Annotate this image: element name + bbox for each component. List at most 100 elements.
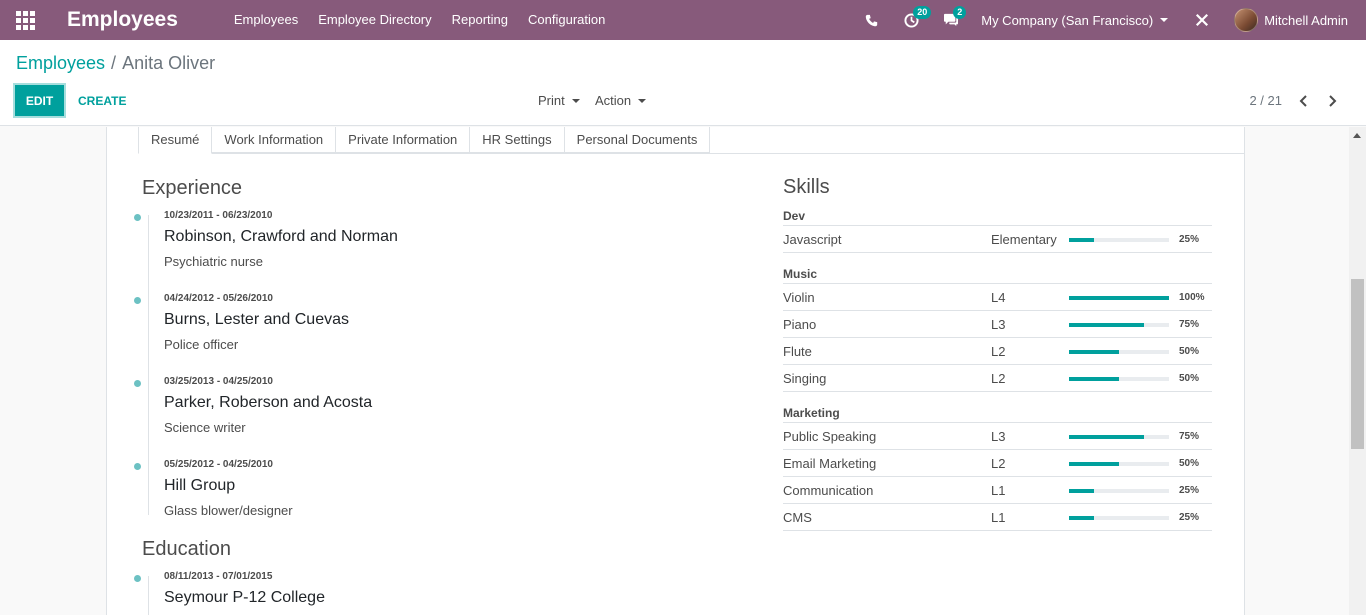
breadcrumb: Employees / Anita Oliver xyxy=(16,53,215,74)
company-name: My Company (San Francisco) xyxy=(981,12,1154,28)
skill-name: Singing xyxy=(783,371,827,386)
messages-badge: 2 xyxy=(953,6,967,19)
entry-date: 08/11/2013 - 07/01/2015 xyxy=(164,571,273,582)
skill-level: L2 xyxy=(991,456,1006,471)
phone-icon[interactable] xyxy=(851,0,891,40)
entry-description: Psychiatric nurse xyxy=(164,254,263,269)
menu-employees[interactable]: Employees xyxy=(224,0,308,40)
skill-row[interactable]: Piano L3 75% xyxy=(783,311,1212,338)
tab-resume[interactable]: Resumé xyxy=(138,127,213,154)
pager: 2 / 21 xyxy=(1249,85,1346,116)
skill-percent: 75% xyxy=(1179,431,1200,442)
skill-level: L4 xyxy=(991,290,1006,305)
skill-row[interactable]: Javascript Elementary 25% xyxy=(783,226,1212,253)
skill-row[interactable]: Email Marketing L2 50% xyxy=(783,450,1212,477)
caret-down-icon xyxy=(638,98,647,103)
timeline-dot xyxy=(134,297,141,304)
skill-progress-bar xyxy=(1069,435,1169,439)
create-button[interactable]: CREATE xyxy=(78,85,126,116)
skill-progress-fill xyxy=(1069,435,1144,439)
tab-hr-settings[interactable]: HR Settings xyxy=(469,127,565,153)
entry-description: Glass blower/designer xyxy=(164,503,293,518)
resume-entry[interactable]: 05/25/2012 - 04/25/2010 Hill Group Glass… xyxy=(134,459,642,518)
skill-progress-bar xyxy=(1069,350,1169,354)
skill-level: L2 xyxy=(991,371,1006,386)
timeline-dot xyxy=(134,463,141,470)
action-label: Action xyxy=(595,93,632,108)
skill-percent: 50% xyxy=(1179,458,1200,469)
skill-row[interactable]: Singing L2 50% xyxy=(783,365,1212,392)
skill-name: Flute xyxy=(783,344,812,359)
edit-button[interactable]: EDIT xyxy=(15,85,64,116)
skill-percent: 25% xyxy=(1179,512,1200,523)
experience-title: Experience xyxy=(142,177,243,199)
skill-progress-bar xyxy=(1069,462,1169,466)
tab-private-information[interactable]: Private Information xyxy=(335,127,471,153)
resume-entry[interactable]: 04/24/2012 - 05/26/2010 Burns, Lester an… xyxy=(134,293,642,352)
print-dropdown[interactable]: Print xyxy=(538,85,580,116)
entry-date: 10/23/2011 - 06/23/2010 xyxy=(164,210,273,221)
skill-progress-bar xyxy=(1069,489,1169,493)
scroll-up-arrow-icon[interactable] xyxy=(1353,133,1361,138)
skill-progress-fill xyxy=(1069,238,1094,242)
timeline-dot xyxy=(134,380,141,387)
resume-entry[interactable]: 08/11/2013 - 07/01/2015 Seymour P-12 Col… xyxy=(134,571,642,607)
skill-row[interactable]: Communication L1 25% xyxy=(783,477,1212,504)
skill-name: Violin xyxy=(783,290,815,305)
skill-name: Piano xyxy=(783,317,817,332)
skill-level: L1 xyxy=(991,483,1006,498)
tab-personal-documents[interactable]: Personal Documents xyxy=(563,127,711,153)
skill-progress-bar xyxy=(1069,323,1169,327)
menu-configuration[interactable]: Configuration xyxy=(518,0,615,40)
breadcrumb-employees[interactable]: Employees xyxy=(16,53,105,73)
skill-group-header: Music xyxy=(783,265,1212,284)
skill-group-header: Marketing xyxy=(783,404,1212,423)
skill-row[interactable]: Flute L2 50% xyxy=(783,338,1212,365)
skill-progress-fill xyxy=(1069,489,1094,493)
notebook-tabs: Resumé Work Information Private Informat… xyxy=(138,127,1244,154)
debug-tools-icon[interactable] xyxy=(1182,0,1222,40)
control-panel: Employees / Anita Oliver EDIT CREATE Print… xyxy=(0,40,1366,126)
entry-name: Hill Group xyxy=(164,477,236,494)
skill-row[interactable]: Violin L4 100% xyxy=(783,284,1212,311)
company-switcher[interactable]: My Company (San Francisco) xyxy=(971,13,1182,28)
scrollbar-thumb[interactable] xyxy=(1351,279,1364,449)
print-label: Print xyxy=(538,93,565,108)
chevron-right-icon[interactable] xyxy=(1318,85,1346,116)
skill-group-header: Dev xyxy=(783,207,1212,226)
skill-row[interactable]: Public Speaking L3 75% xyxy=(783,423,1212,450)
skill-progress-fill xyxy=(1069,350,1119,354)
skill-row[interactable]: CMS L1 25% xyxy=(783,504,1212,531)
activity-badge: 20 xyxy=(913,6,932,19)
menu-employee-directory[interactable]: Employee Directory xyxy=(308,0,441,40)
entry-date: 03/25/2013 - 04/25/2010 xyxy=(164,376,273,387)
messages-icon[interactable]: 2 xyxy=(931,0,971,40)
top-navbar: Employees Employees Employee Directory R… xyxy=(0,0,1366,40)
tab-work-information[interactable]: Work Information xyxy=(211,127,337,153)
skill-progress-bar xyxy=(1069,238,1169,242)
entry-description: Science writer xyxy=(164,420,246,435)
pager-value[interactable]: 2 / 21 xyxy=(1249,93,1282,108)
skill-name: CMS xyxy=(783,510,812,525)
apps-menu-icon[interactable] xyxy=(0,0,50,40)
skill-percent: 50% xyxy=(1179,373,1200,384)
skills-panel: Skills Dev Javascript Elementary 25% Mus… xyxy=(783,176,1212,531)
app-title[interactable]: Employees xyxy=(67,8,178,32)
resume-entry[interactable]: 10/23/2011 - 06/23/2010 Robinson, Crawfo… xyxy=(134,210,642,269)
action-dropdown[interactable]: Action xyxy=(595,85,647,116)
activity-clock-icon[interactable]: 20 xyxy=(891,0,932,40)
user-menu[interactable]: Mitchell Admin xyxy=(1222,8,1366,32)
chevron-left-icon[interactable] xyxy=(1290,85,1318,116)
caret-down-icon xyxy=(571,98,580,103)
skill-percent: 25% xyxy=(1179,234,1200,245)
entry-date: 04/24/2012 - 05/26/2010 xyxy=(164,293,273,304)
timeline-dot xyxy=(134,214,141,221)
skill-progress-bar xyxy=(1069,516,1169,520)
page-scrollbar[interactable] xyxy=(1349,127,1366,615)
education-title: Education xyxy=(142,538,231,560)
resume-entry[interactable]: 03/25/2013 - 04/25/2010 Parker, Roberson… xyxy=(134,376,642,435)
entry-name: Parker, Roberson and Acosta xyxy=(164,394,373,411)
menu-reporting[interactable]: Reporting xyxy=(442,0,518,40)
skill-percent: 25% xyxy=(1179,485,1200,496)
entry-description: Police officer xyxy=(164,337,239,352)
